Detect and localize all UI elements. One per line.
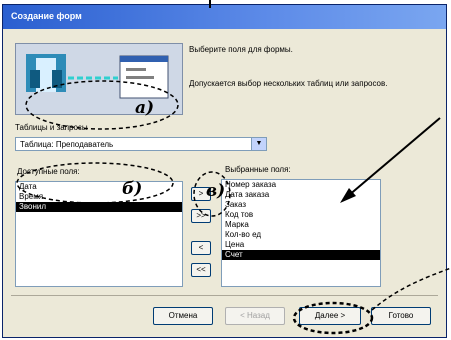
annotation-overlay: а) б) в) [16,0,451,335]
annotation-a: а) [135,98,154,118]
annotation-c: в) [206,181,225,201]
annotation-b: б) [122,179,142,199]
